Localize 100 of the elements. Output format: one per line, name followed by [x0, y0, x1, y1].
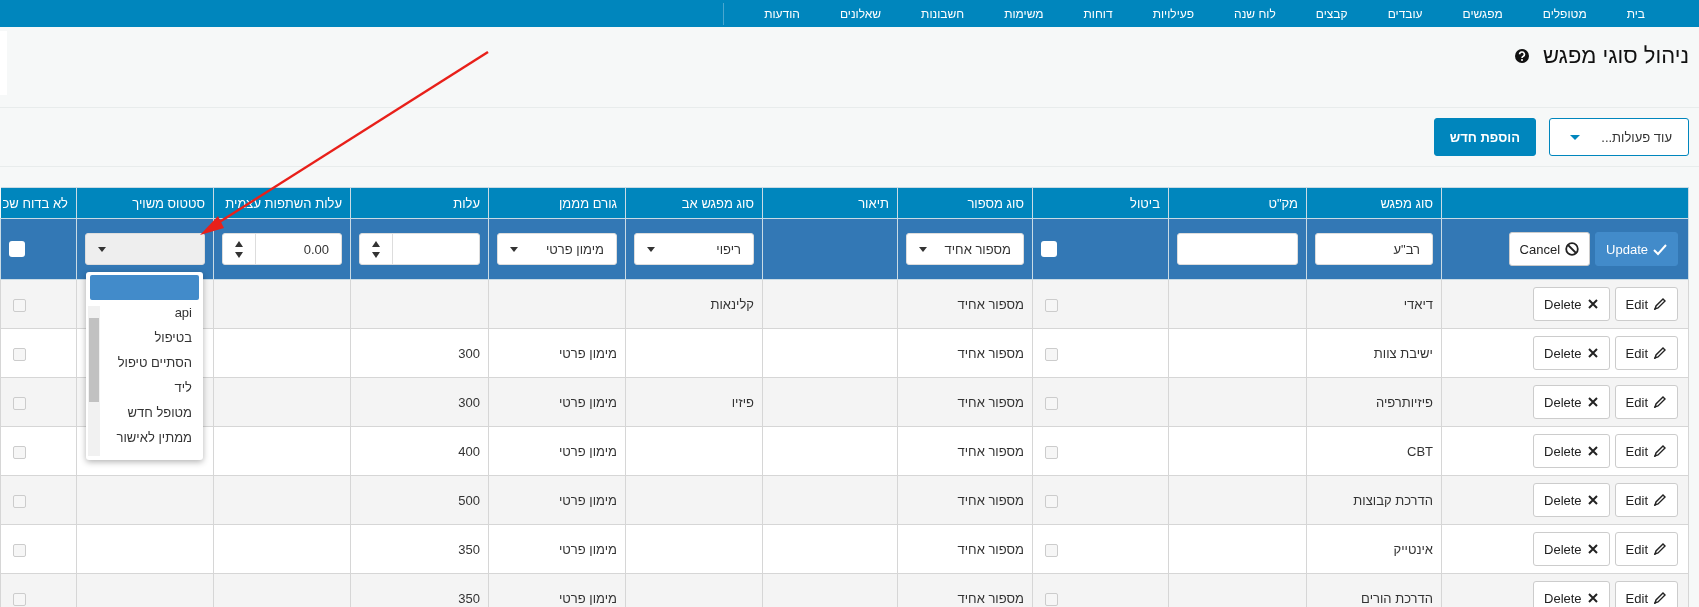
nav-link[interactable]: מטופלים — [1522, 6, 1607, 21]
scrollbar[interactable] — [88, 306, 100, 456]
delete-button[interactable]: Delete — [1533, 336, 1610, 370]
dropdown-option[interactable]: בטיפול — [106, 325, 199, 350]
checkbox[interactable] — [13, 298, 26, 312]
table-cell: 500 — [458, 492, 480, 508]
close-icon — [1586, 298, 1599, 310]
table-cell: פיזיותרפיה — [1375, 394, 1433, 410]
delete-button[interactable]: Delete — [1533, 532, 1610, 566]
nav-link[interactable]: דוחות — [1063, 6, 1133, 21]
delete-button[interactable]: Delete — [1533, 483, 1610, 517]
checkbox[interactable] — [13, 445, 26, 459]
table-cell: מספור אחיד — [957, 541, 1024, 557]
checkbox[interactable] — [13, 347, 26, 361]
ban-icon — [1565, 242, 1580, 256]
checkbox[interactable] — [1045, 592, 1058, 606]
pencil-icon — [1653, 493, 1667, 507]
table-cell: מימון פרטי — [558, 590, 617, 606]
update-button[interactable]: Update — [1595, 232, 1678, 266]
close-icon — [1586, 396, 1599, 408]
column-header: סוג מספור — [897, 187, 1033, 219]
column-header: ביטול — [1032, 187, 1169, 219]
numbering-select[interactable]: מספור אחיד — [906, 233, 1024, 265]
table-cell: מימון פרטי — [558, 443, 617, 459]
nav-link[interactable]: הודעות — [744, 6, 820, 21]
close-icon — [1586, 494, 1599, 506]
checkbox[interactable] — [1045, 347, 1058, 361]
nav-link[interactable]: מפגשים — [1442, 6, 1523, 21]
cancel-button[interactable]: Cancel — [1508, 232, 1591, 266]
delete-button[interactable]: Delete — [1533, 581, 1610, 607]
table-cell: הדרכת קבוצות — [1353, 492, 1433, 508]
delete-button[interactable]: Delete — [1533, 385, 1610, 419]
edit-button[interactable]: Edit — [1614, 483, 1678, 517]
table-cell: 300 — [458, 345, 480, 361]
close-icon — [1586, 592, 1599, 604]
table-cell: 350 — [458, 541, 480, 557]
dropdown-option[interactable]: מטופל חדש — [106, 400, 199, 425]
payer-select[interactable]: מימון פרטי — [497, 233, 617, 265]
checkbox[interactable] — [13, 592, 26, 606]
edit-button[interactable]: Edit — [1614, 336, 1678, 370]
delete-button[interactable]: Delete — [1533, 287, 1610, 321]
spinner-icon — [372, 240, 380, 258]
add-new-button[interactable]: הוספת חדש — [1433, 118, 1536, 156]
nav-link[interactable]: עובדים — [1367, 6, 1443, 21]
checkbox[interactable] — [13, 543, 26, 557]
cost-field[interactable] — [359, 233, 480, 265]
nav-link[interactable]: שאלונים — [819, 6, 902, 21]
dropdown-option[interactable]: הסתיים טיפול — [106, 350, 199, 375]
dropdown-option[interactable] — [90, 275, 199, 300]
sku-field[interactable] — [1177, 233, 1298, 265]
edit-button[interactable]: Edit — [1614, 287, 1678, 321]
page-title: ניהול סוגי מפגש — [1543, 43, 1689, 69]
nav-link[interactable]: פעילויות — [1132, 6, 1215, 21]
table-cell: הדרכת הורים — [1361, 590, 1433, 606]
checkbox[interactable] — [1041, 241, 1057, 258]
close-icon — [1586, 445, 1599, 457]
status-select[interactable] — [85, 233, 205, 265]
checkbox[interactable] — [1045, 445, 1058, 459]
table-cell: מספור אחיד — [957, 590, 1024, 606]
delete-button[interactable]: Delete — [1533, 434, 1610, 468]
checkbox[interactable] — [1045, 543, 1058, 557]
dropdown-option[interactable]: ליד — [106, 375, 199, 400]
checkbox[interactable] — [1045, 396, 1058, 410]
table-cell: קלינאות — [710, 296, 754, 312]
nav-link[interactable]: בית — [1606, 6, 1665, 21]
edit-button[interactable]: Edit — [1614, 434, 1678, 468]
edit-button[interactable]: Edit — [1614, 532, 1678, 566]
edit-button[interactable]: Edit — [1614, 581, 1678, 607]
checkbox[interactable] — [9, 241, 25, 258]
table-cell: ישיבת צוות — [1373, 345, 1433, 361]
checkbox[interactable] — [13, 494, 26, 508]
checkbox[interactable] — [1045, 298, 1058, 312]
edit-button[interactable]: Edit — [1614, 385, 1678, 419]
column-header: לא בדוח שכ — [0, 187, 77, 219]
parent-type-select[interactable]: ריפוי — [634, 233, 754, 265]
column-header: גורם מממן — [488, 187, 626, 219]
checkbox[interactable] — [1045, 494, 1058, 508]
close-icon — [1586, 543, 1599, 555]
more-actions-dropdown[interactable]: עוד פעולות... — [1549, 118, 1689, 156]
table-cell: מספור אחיד — [957, 443, 1024, 459]
pencil-icon — [1653, 444, 1667, 458]
name-field[interactable]: רב"ע — [1315, 233, 1433, 265]
table-cell: 400 — [458, 443, 480, 459]
table-cell: 300 — [458, 394, 480, 410]
nav-link[interactable]: חשבונות — [901, 6, 985, 21]
nav-link[interactable]: משימות — [984, 6, 1064, 21]
table-cell: מספור אחיד — [957, 394, 1024, 410]
table-cell: מספור אחיד — [957, 296, 1024, 312]
pencil-icon — [1653, 395, 1667, 409]
pencil-icon — [1653, 591, 1667, 605]
help-icon[interactable] — [1515, 49, 1529, 63]
table-cell: 350 — [458, 590, 480, 606]
checkbox[interactable] — [13, 396, 26, 410]
column-header: סטטוס משויך — [76, 187, 214, 219]
column-header: תיאור — [762, 187, 898, 219]
table-cell: מימון פרטי — [558, 394, 617, 410]
check-icon — [1653, 242, 1667, 256]
copay-field[interactable]: 0.00 — [222, 233, 342, 265]
nav-link[interactable]: לוח שנה — [1214, 6, 1296, 21]
nav-link[interactable]: קבצים — [1295, 6, 1368, 21]
